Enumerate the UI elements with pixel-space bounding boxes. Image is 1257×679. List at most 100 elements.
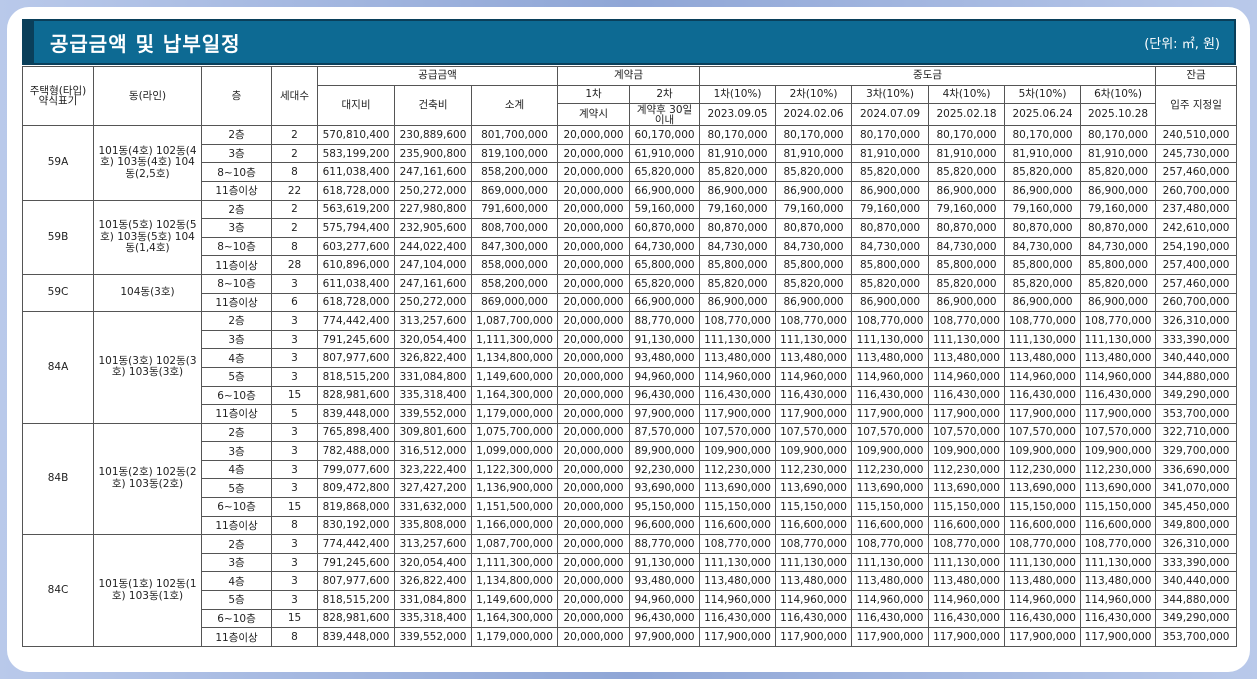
cell-mid4: 116,600,000	[928, 515, 1006, 536]
cell-subtotal: 858,200,000	[471, 273, 558, 294]
cell-subtotal: 1,179,000,000	[471, 627, 558, 647]
cell-land: 570,810,400	[317, 125, 395, 145]
cell-mid1: 85,820,000	[699, 273, 777, 294]
cell-mid5: 86,900,000	[1004, 292, 1082, 313]
header-dep2-when: 계약후 30일 이내	[628, 103, 701, 127]
cell-floor: 11층이상	[201, 627, 272, 647]
cell-type: 84C	[22, 534, 94, 647]
title-group: 공급금액 및 납부일정	[24, 21, 241, 63]
cell-balance: 340,440,000	[1155, 571, 1238, 592]
cell-balance: 242,610,000	[1155, 218, 1238, 238]
table-row: 3층 3 782,488,000 316,512,000 1,099,000,000 20…	[23, 441, 1238, 461]
cell-units: 15	[271, 608, 318, 629]
header-mid-date-1: 2023.09.05	[699, 103, 777, 127]
cell-building: 323,222,400	[394, 459, 472, 480]
cell-mid5: 107,570,000	[1004, 422, 1082, 443]
cell-mid2: 86,900,000	[775, 292, 853, 313]
cell-building: 335,808,000	[394, 515, 472, 536]
cell-type: 59B	[22, 199, 94, 275]
cell-mid3: 108,770,000	[851, 534, 930, 554]
cell-mid4: 80,870,000	[928, 218, 1006, 238]
cell-subtotal: 1,134,800,000	[471, 348, 558, 368]
cell-mid4: 86,900,000	[928, 292, 1006, 313]
cell-mid4: 109,900,000	[928, 441, 1006, 461]
cell-building: 339,552,000	[394, 404, 472, 424]
header-floor: 층	[201, 65, 272, 127]
cell-floor: 4층	[201, 348, 272, 368]
cell-floor: 5층	[201, 590, 272, 610]
cell-mid4: 108,770,000	[928, 311, 1006, 331]
cell-balance: 326,310,000	[1155, 311, 1238, 331]
cell-mid2: 114,960,000	[775, 366, 853, 387]
cell-floor: 2층	[201, 125, 272, 145]
cell-dep1: 20,000,000	[557, 199, 630, 220]
cell-subtotal: 801,700,000	[471, 125, 558, 145]
cell-dep2: 95,150,000	[628, 497, 701, 517]
cell-mid2: 109,900,000	[775, 441, 853, 461]
cell-dep2: 91,130,000	[628, 552, 701, 573]
cell-mid4: 85,800,000	[928, 255, 1006, 275]
cell-mid5: 85,820,000	[1004, 162, 1082, 182]
cell-building: 327,427,200	[394, 478, 472, 499]
cell-building: 250,272,000	[394, 180, 472, 201]
cell-mid2: 80,870,000	[775, 218, 853, 238]
cell-balance: 344,880,000	[1155, 590, 1238, 610]
cell-subtotal: 1,149,600,000	[471, 590, 558, 610]
cell-dep1: 20,000,000	[557, 180, 630, 201]
cell-building: 250,272,000	[394, 292, 472, 313]
cell-floor: 3층	[201, 218, 272, 238]
cell-subtotal: 1,136,900,000	[471, 478, 558, 499]
cell-units: 3	[271, 552, 318, 573]
cell-mid6: 117,900,000	[1080, 627, 1157, 647]
title-accent	[24, 21, 34, 63]
cell-mid3: 113,480,000	[851, 571, 930, 592]
cell-mid5: 116,600,000	[1004, 515, 1082, 536]
cell-dong: 101동(1호) 102동(1호) 103동(1호)	[93, 534, 202, 647]
cell-dep2: 96,430,000	[628, 608, 701, 629]
cell-mid1: 113,690,000	[699, 478, 777, 499]
cell-dep1: 20,000,000	[557, 590, 630, 610]
cell-mid3: 109,900,000	[851, 441, 930, 461]
cell-dep1: 20,000,000	[557, 608, 630, 629]
cell-mid1: 108,770,000	[699, 311, 777, 331]
cell-land: 839,448,000	[317, 404, 395, 424]
cell-building: 335,318,400	[394, 608, 472, 629]
cell-subtotal: 808,700,000	[471, 218, 558, 238]
cell-dep2: 64,730,000	[628, 236, 701, 257]
cell-mid2: 116,600,000	[775, 515, 853, 536]
cell-mid6: 111,130,000	[1080, 552, 1157, 573]
cell-mid1: 111,130,000	[699, 329, 777, 350]
price-table: 주택형(타입) 약식표기 동(라인) 층 세대수 공급금액 계약금 중도금 잔금…	[22, 65, 1238, 647]
cell-units: 3	[271, 329, 318, 350]
cell-dep2: 92,230,000	[628, 459, 701, 480]
cell-mid5: 84,730,000	[1004, 236, 1082, 257]
cell-mid4: 79,160,000	[928, 199, 1006, 220]
cell-mid6: 116,430,000	[1080, 385, 1157, 406]
cell-land: 610,896,000	[317, 255, 395, 275]
table-row: 84B 101동(2호) 102동(2호) 103동(2호) 2층 3 765,898,…	[22, 422, 1238, 536]
cell-land: 611,038,400	[317, 162, 395, 182]
cell-balance: 336,690,000	[1155, 459, 1238, 480]
table-row: 59B 101동(5호) 102동(5호) 103동(5호) 104동(1,4호)…	[22, 199, 1238, 275]
cell-dep1: 20,000,000	[557, 441, 630, 461]
cell-subtotal: 1,166,000,000	[471, 515, 558, 536]
cell-land: 774,442,400	[317, 311, 395, 331]
cell-mid6: 116,600,000	[1080, 515, 1157, 536]
cell-land: 799,077,600	[317, 459, 395, 480]
cell-floor: 4층	[201, 571, 272, 592]
cell-type: 84A	[22, 311, 94, 424]
table-row: 59C 104동(3호) 8~10층 3 611,038,400 247,161,600 8…	[22, 273, 1238, 313]
header-type: 주택형(타입) 약식표기	[22, 65, 94, 127]
cell-floor: 5층	[201, 478, 272, 499]
cell-land: 782,488,000	[317, 441, 395, 461]
cell-mid1: 107,570,000	[699, 422, 777, 443]
cell-dep1: 20,000,000	[557, 348, 630, 368]
cell-land: 828,981,600	[317, 385, 395, 406]
table-row: 5층 3 818,515,200 331,084,800 1,149,600,000 20…	[23, 590, 1238, 610]
cell-mid4: 113,690,000	[928, 478, 1006, 499]
cell-mid6: 113,480,000	[1080, 348, 1157, 368]
header-dep2: 2차	[628, 84, 701, 105]
cell-mid4: 111,130,000	[928, 552, 1006, 573]
cell-dep1: 20,000,000	[557, 627, 630, 647]
cell-mid5: 114,960,000	[1004, 366, 1082, 387]
